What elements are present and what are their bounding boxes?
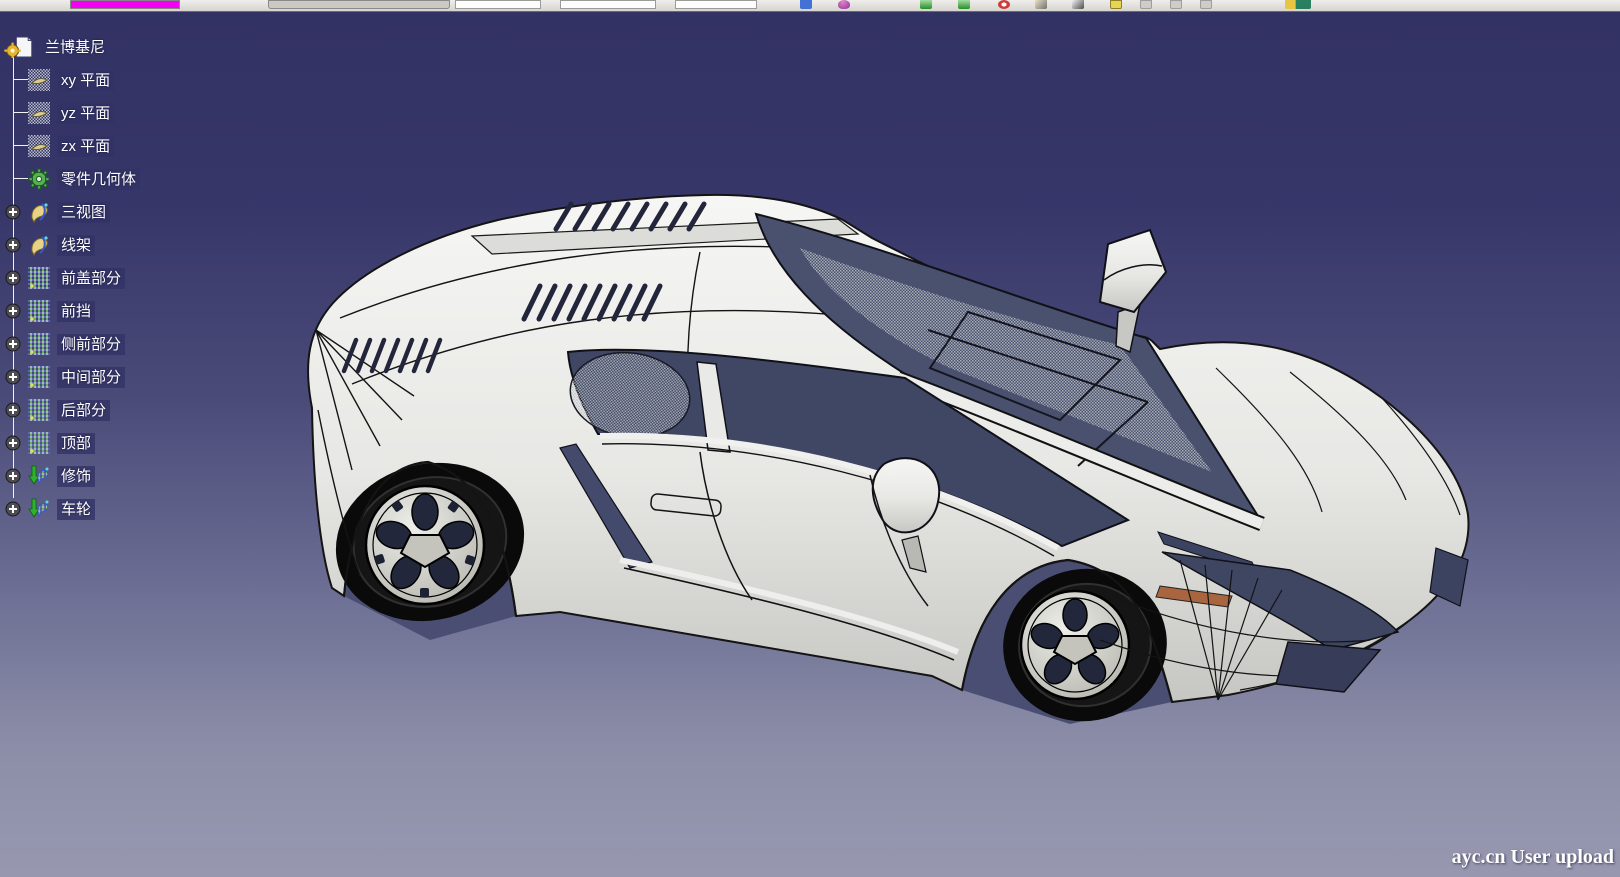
expand-icon[interactable] (5, 435, 21, 451)
tree-item-root[interactable]: 兰博基尼 (4, 34, 109, 60)
expand-icon[interactable] (5, 270, 21, 286)
tree-item-label[interactable]: 兰博基尼 (41, 37, 109, 58)
tree-item-rear[interactable]: 后部分 (28, 397, 110, 423)
tree-item-front-shield[interactable]: 前挡 (28, 298, 95, 324)
front-intake (1276, 642, 1380, 692)
hidden-geometrical-set-icon (28, 300, 50, 322)
part-document-icon (4, 36, 34, 58)
tree-item-trim[interactable]: 修饰 (28, 463, 95, 489)
expand-icon[interactable] (5, 336, 21, 352)
expand-icon[interactable] (5, 501, 21, 517)
tree-item-label[interactable]: 线架 (57, 235, 95, 256)
expand-icon[interactable] (5, 204, 21, 220)
expand-icon[interactable] (5, 468, 21, 484)
expand-icon[interactable] (5, 402, 21, 418)
tree-item-xy-plane[interactable]: xy 平面 (28, 67, 114, 93)
ordered-geometrical-set-icon (28, 498, 50, 520)
tree-item-yz-plane[interactable]: yz 平面 (28, 100, 114, 126)
expand-icon[interactable] (5, 237, 21, 253)
tree-item-label[interactable]: 顶部 (57, 433, 95, 454)
tree-item-label[interactable]: 前挡 (57, 301, 95, 322)
plane-icon (28, 135, 50, 157)
tree-item-wireframe[interactable]: 线架 (28, 232, 95, 258)
tree-item-label[interactable]: yz 平面 (57, 103, 114, 124)
plane-icon (28, 69, 50, 91)
hidden-geometrical-set-icon (28, 432, 50, 454)
tree-item-middle[interactable]: 中间部分 (28, 364, 125, 390)
plane-icon (28, 102, 50, 124)
hidden-geometrical-set-icon (28, 267, 50, 289)
tree-item-front-cover[interactable]: 前盖部分 (28, 265, 125, 291)
geometrical-set-icon (28, 234, 50, 256)
ordered-geometrical-set-icon (28, 465, 50, 487)
geometrical-set-icon (28, 201, 50, 223)
part-body-icon (28, 168, 50, 190)
tree-item-label[interactable]: xy 平面 (57, 70, 114, 91)
tree-item-label[interactable]: 前盖部分 (57, 268, 125, 289)
tree-item-label[interactable]: 车轮 (57, 499, 95, 520)
tree-item-side-front[interactable]: 侧前部分 (28, 331, 125, 357)
tree-item-label[interactable]: 侧前部分 (57, 334, 125, 355)
watermark: ayc.cn User upload (1452, 846, 1614, 869)
tree-item-label[interactable]: zx 平面 (57, 136, 114, 157)
tree-item-three-views[interactable]: 三视图 (28, 199, 110, 225)
hidden-geometrical-set-icon (28, 399, 50, 421)
hidden-geometrical-set-icon (28, 333, 50, 355)
tree-item-label[interactable]: 中间部分 (57, 367, 125, 388)
tree-item-top[interactable]: 顶部 (28, 430, 95, 456)
tree-item-label[interactable]: 零件几何体 (57, 169, 140, 190)
expand-icon[interactable] (5, 303, 21, 319)
hidden-geometrical-set-icon (28, 366, 50, 388)
tree-item-label[interactable]: 修饰 (57, 466, 95, 487)
specification-tree: 兰博基尼 xy 平面 yz 平面 (0, 12, 280, 572)
tree-item-wheels[interactable]: 车轮 (28, 496, 95, 522)
3d-viewport[interactable]: 兰博基尼 xy 平面 yz 平面 (0, 12, 1620, 877)
tree-item-label[interactable]: 后部分 (57, 400, 110, 421)
expand-icon[interactable] (5, 369, 21, 385)
tree-item-label[interactable]: 三视图 (57, 202, 110, 223)
tree-item-zx-plane[interactable]: zx 平面 (28, 133, 114, 159)
catia-window: 兰博基尼 xy 平面 yz 平面 (0, 0, 1620, 877)
tree-item-partbody[interactable]: 零件几何体 (28, 166, 140, 192)
